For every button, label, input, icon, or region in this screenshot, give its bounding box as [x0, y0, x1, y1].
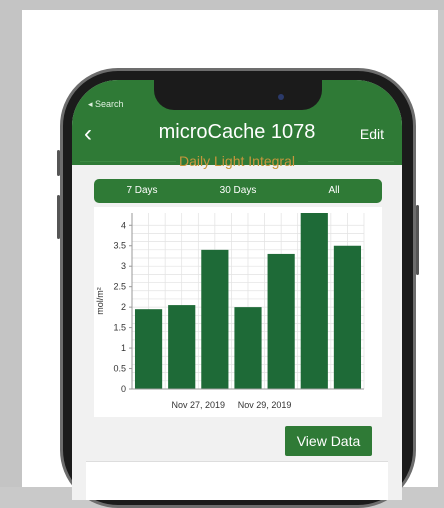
section-title: Daily Light Integral [179, 153, 295, 169]
background-top [0, 0, 444, 10]
page-title: microCache 1078 [158, 121, 316, 143]
phone-screen: ◂ Search ‹ microCache 1078 Edit Daily Li… [72, 80, 402, 500]
y-tick-label: 4 [121, 220, 126, 230]
edit-button[interactable]: Edit [360, 126, 384, 142]
bottom-card [86, 461, 388, 500]
tab-7-days[interactable]: 7 Days [94, 179, 190, 203]
status-back-link[interactable]: ◂ Search [88, 99, 124, 110]
x-tick-label: Nov 29, 2019 [238, 400, 292, 410]
background-left [0, 0, 22, 487]
y-tick-label: 1 [121, 343, 126, 353]
y-tick-label: 1.5 [113, 323, 126, 333]
tab-30-days[interactable]: 30 Days [190, 179, 286, 203]
dli-bar-chart: 0 0.5 1 1.5 2 2.5 3 3.5 4 mol/m² Nov 27, 2019 Nov 2… [95, 213, 365, 410]
chart-bar [201, 249, 229, 389]
chart-bar [300, 213, 328, 389]
y-tick-label: 2 [121, 302, 126, 312]
y-tick-label: 3.5 [113, 241, 126, 251]
chart-bar [333, 245, 362, 389]
y-axis-label: mol/m² [95, 287, 105, 315]
y-tick-label: 0.5 [113, 364, 126, 374]
y-tick-label: 3 [121, 261, 126, 271]
chart-bar [134, 309, 163, 389]
chart-bar [234, 307, 262, 389]
chart-container: 0 0.5 1 1.5 2 2.5 3 3.5 4 mol/m² Nov 27, 2019 Nov 2… [94, 207, 382, 417]
camera-dot [278, 94, 284, 100]
chart-bar [267, 253, 295, 389]
section-header: Daily Light Integral [72, 153, 402, 171]
y-tick-label: 2.5 [113, 282, 126, 292]
phone-side-button [416, 205, 419, 275]
phone-notch [154, 80, 322, 110]
chart-bar [168, 305, 196, 389]
tab-all[interactable]: All [286, 179, 382, 203]
x-tick-label: Nov 27, 2019 [172, 400, 226, 410]
y-tick-label: 0 [121, 384, 126, 394]
view-data-button[interactable]: View Data [285, 426, 372, 456]
range-segmented-control: 7 Days 30 Days All [94, 179, 382, 203]
